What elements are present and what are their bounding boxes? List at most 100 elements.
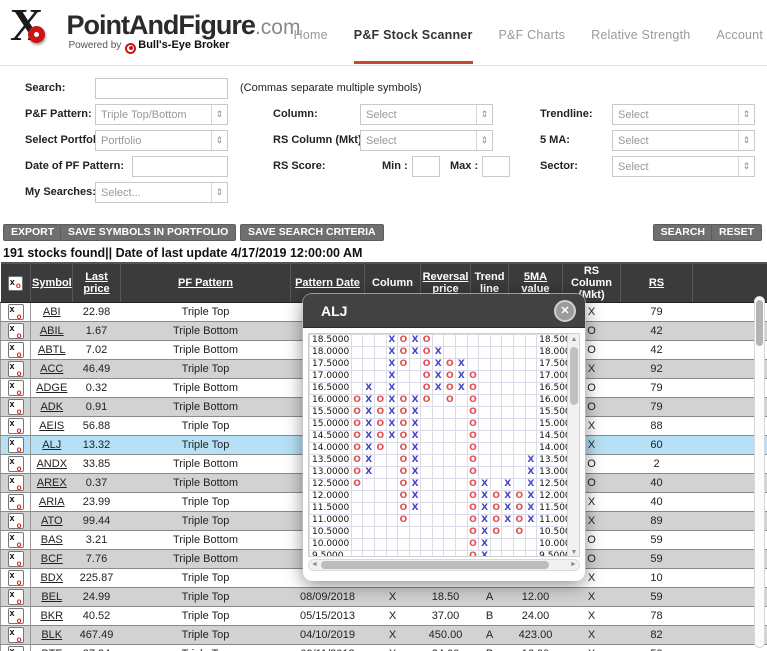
pf-chart-icon-cell[interactable]: xo [0,435,31,455]
popup-horizontal-scrollbar[interactable]: ◄ ► [308,559,580,571]
reset-button[interactable]: RESET [710,224,762,241]
symbol-link[interactable]: ACC [40,363,63,375]
col-header-pf-pattern[interactable]: PF Pattern [120,263,291,303]
nav-item-account[interactable]: Account [716,28,763,61]
nav-item-relative-strength[interactable]: Relative Strength [591,28,690,61]
pf-chart-icon-cell[interactable]: xo [0,302,31,322]
export-button[interactable]: EXPORT [3,224,63,241]
pf-chart-icon-cell[interactable]: xo [0,568,31,588]
symbol-cell: ATO [30,511,73,531]
trendline-select[interactable]: Select ⇕ [612,104,755,125]
pf-o-mark: O [397,346,410,359]
scroll-left-icon[interactable]: ◄ [309,560,320,570]
site-logo[interactable]: X PointAndFigure.com Powered by Bull's-Ey… [8,0,300,62]
pf-chart-icon-cell[interactable]: xo [0,606,31,626]
pf-chart-icon-cell[interactable]: xo [0,549,31,569]
pf-pattern-select[interactable]: Triple Top/Bottom ⇕ [95,104,228,125]
rs-max-input[interactable] [482,156,510,177]
pf-chart-icon-cell[interactable]: xo [0,530,31,550]
pf-chart-icon-cell[interactable]: xo [0,587,31,607]
symbol-link[interactable]: ADK [40,401,63,413]
rs-min-input[interactable] [412,156,440,177]
pf-x-mark: X [408,418,422,431]
pf-date-input[interactable] [132,156,228,177]
pf-chart-icon-cell[interactable]: xo [0,397,31,417]
symbol-link[interactable]: BEL [41,591,62,603]
pf-chart-icon-cell[interactable]: xo [0,473,31,493]
pf-chart-icon-cell[interactable]: xo [0,378,31,398]
pf-x-mark: X [385,358,399,371]
pf-x-mark: X [385,346,399,359]
pf-o-mark: O [466,514,480,527]
scroll-right-icon[interactable]: ► [568,560,579,570]
pf-o-mark: O [513,514,526,527]
popup-hscroll-thumb[interactable] [321,561,549,569]
nav-item-p-f-stock-scanner[interactable]: P&F Stock Scanner [353,28,473,64]
search-button[interactable]: SEARCH [652,224,713,241]
symbol-link[interactable]: BCF [41,553,63,565]
symbol-link[interactable]: ABI [43,306,61,318]
symbol-link[interactable]: BKR [40,610,63,622]
symbol-link[interactable]: ADGE [36,382,67,394]
scroll-down-icon[interactable]: ▼ [568,547,579,556]
pf-chart-icon-cell[interactable]: xo [0,625,31,645]
rs-column-select[interactable]: Select ⇕ [360,130,493,151]
save-search-button[interactable]: SAVE SEARCH CRITERIA [240,224,384,241]
symbol-link[interactable]: ABTL [38,344,66,356]
pf-chart-icon-cell[interactable]: xo [0,321,31,341]
portfolio-select[interactable]: Portfolio ⇕ [95,130,228,151]
sector-select[interactable]: Select ⇕ [612,156,755,177]
pf-chart-icon-cell[interactable]: xo [0,340,31,360]
pf-chart-icon-cell[interactable]: xo [0,454,31,474]
pf-chart-icon-cell[interactable]: xo [0,644,31,651]
pf-chart-icon-cell[interactable]: xo [0,492,31,512]
pf-empty-cell [513,430,526,443]
pf-empty-cell [431,526,445,539]
pf-pattern-label: P&F Pattern: [25,108,92,120]
pf-chart-icon-cell[interactable]: xo [0,359,31,379]
scroll-up-icon[interactable]: ▲ [568,334,579,345]
col-header-symbol[interactable]: Symbol [30,263,73,303]
pf-x-mark: X [362,430,375,443]
save-symbols-button[interactable]: SAVE SYMBOLS IN PORTFOLIO [60,224,237,241]
pf-empty-cell [478,346,491,359]
pf-o-mark: O [420,382,433,395]
column-label: Column: [273,108,318,120]
nav-item-p-f-charts[interactable]: P&F Charts [499,28,566,61]
symbol-link[interactable]: ABIL [40,325,64,337]
pf-chart-icon-cell[interactable]: xo [0,511,31,531]
pf-o-mark: O [466,526,480,539]
pf-chart-icon-cell[interactable]: xo [0,416,31,436]
symbol-link[interactable]: BAS [41,534,63,546]
col-header-rs[interactable]: RS [620,263,693,303]
col-header-last-price[interactable]: Last price [72,263,121,303]
column-select[interactable]: Select ⇕ [360,104,493,125]
pf-grid-row: 14.5000 O X O X O X O 14.5000 [309,430,579,443]
pf-empty-cell [513,418,526,431]
symbol-link[interactable]: AREX [37,477,67,489]
ma-select[interactable]: Select ⇕ [612,130,755,151]
symbol-link[interactable]: ARIA [39,496,65,508]
rs-cell: 88 [620,416,693,436]
symbol-link[interactable]: ATO [41,515,63,527]
search-input[interactable] [95,78,228,99]
pf-empty-cell [466,334,480,347]
symbol-cell: BAS [30,530,73,550]
close-icon[interactable]: ✕ [554,300,576,322]
trendline-label: Trendline: [540,108,593,120]
symbol-link[interactable]: AEIS [39,420,64,432]
pf-o-mark: O [350,454,364,467]
page-scrollbar-thumb[interactable] [756,300,763,346]
popup-vertical-scrollbar[interactable]: ▲ ▼ [567,334,579,556]
symbol-link[interactable]: BLK [41,629,62,641]
pf-o-mark: O [397,358,410,371]
symbol-link[interactable]: ALJ [42,439,61,451]
symbol-link[interactable]: ANDX [36,458,67,470]
symbol-link[interactable]: BDX [40,572,63,584]
pf-o-mark: O [420,358,433,371]
popup-vscroll-thumb[interactable] [569,347,578,405]
nav-item-home[interactable]: Home [294,28,328,61]
page-scrollbar[interactable] [754,296,765,648]
price-label-left: 15.5000 [309,406,352,419]
my-searches-select[interactable]: Select... ⇕ [95,182,228,203]
